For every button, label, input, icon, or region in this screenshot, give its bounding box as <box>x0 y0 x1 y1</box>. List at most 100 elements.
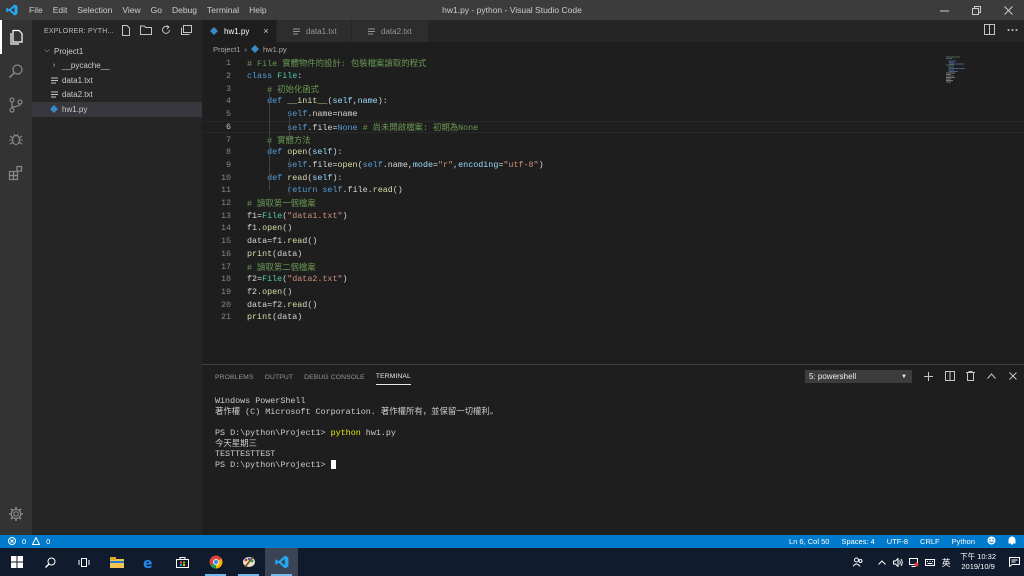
menu-view[interactable]: View <box>117 0 145 20</box>
code-token: None <box>337 122 358 133</box>
file-explorer-icon[interactable] <box>100 548 133 576</box>
split-editor-icon[interactable] <box>984 24 995 37</box>
search-icon[interactable] <box>0 54 32 88</box>
settings-gear-icon[interactable] <box>0 497 32 531</box>
tree-item-data1[interactable]: data1.txt <box>32 73 202 88</box>
code-line[interactable]: 17 # 讀取第二個檔案 <box>202 260 1024 273</box>
notifications-bell-icon[interactable] <box>1008 536 1016 547</box>
code-editor[interactable]: 1 # File 實體物件的設計: 包裝檔案讀取的程式 2 class File: 3 … <box>202 56 1024 364</box>
extensions-icon[interactable] <box>0 156 32 190</box>
code-line[interactable]: 15 data=f1.read() <box>202 235 1024 248</box>
terminal-select[interactable]: 5: powershell ▼ <box>805 370 912 383</box>
menu-terminal[interactable]: Terminal <box>202 0 244 20</box>
ime-language[interactable]: 英 <box>938 548 954 576</box>
code-line[interactable]: 1 # File 實體物件的設計: 包裝檔案讀取的程式 <box>202 57 1024 70</box>
new-folder-icon[interactable] <box>140 24 152 36</box>
menu-edit[interactable]: Edit <box>48 0 73 20</box>
search-icon[interactable] <box>34 548 67 576</box>
menu-file[interactable]: File <box>24 0 48 20</box>
code-line[interactable]: 13 f1=File("data1.txt") <box>202 209 1024 222</box>
people-icon[interactable] <box>850 548 866 576</box>
close-panel-icon[interactable] <box>1007 370 1018 382</box>
code-line[interactable]: 20 data=f2.read() <box>202 298 1024 311</box>
taskbar-clock[interactable]: 下午 10:32 2019/10/9 <box>960 552 996 572</box>
volume-icon[interactable] <box>890 548 906 576</box>
split-terminal-icon[interactable] <box>944 370 955 382</box>
breadcrumb-file[interactable]: hw1.py <box>263 45 287 54</box>
code-line[interactable]: 10 def read(self): <box>202 171 1024 184</box>
code-line[interactable]: 5 self.name=name <box>202 108 1024 121</box>
new-file-icon[interactable] <box>120 24 132 36</box>
code-line[interactable]: 6 self.file=None # 尚未開啟檔案: 初期為None <box>202 120 1024 134</box>
code-line[interactable]: 11 return self.file.read() <box>202 184 1024 197</box>
feedback-smiley-icon[interactable] <box>987 536 996 547</box>
code-line[interactable]: 3 # 初始化函式 <box>202 82 1024 95</box>
tab-debug-console[interactable]: DEBUG CONSOLE <box>304 370 365 385</box>
terminal-output[interactable]: Windows PowerShell 著作權 (C) Microsoft Cor… <box>215 396 498 471</box>
tab-data1[interactable]: data1.txt <box>277 20 352 42</box>
status-problems[interactable]: 0 0 <box>0 535 50 547</box>
collapse-all-icon[interactable] <box>180 24 192 36</box>
edge-browser-icon[interactable]: e <box>133 548 166 576</box>
explorer-icon[interactable] <box>0 20 32 54</box>
tree-item-hw1[interactable]: hw1.py <box>32 102 202 117</box>
code-text: f1=File("data1.txt") <box>247 211 348 221</box>
minimize-button[interactable] <box>928 0 960 20</box>
restore-button[interactable] <box>960 0 992 20</box>
cursor-position[interactable]: Ln 6, Col 50 <box>789 537 829 546</box>
tab-terminal[interactable]: TERMINAL <box>375 369 411 385</box>
tab-problems[interactable]: PROBLEMS <box>215 370 254 385</box>
code-line[interactable]: 7 # 實體方法 <box>202 133 1024 146</box>
code-line[interactable]: 19 f2.open() <box>202 286 1024 299</box>
language-mode[interactable]: Python <box>952 537 975 546</box>
tree-item-pycache[interactable]: › __pycache__ <box>32 59 202 74</box>
menu-selection[interactable]: Selection <box>72 0 117 20</box>
code-line[interactable]: 18 f2=File("data2.txt") <box>202 273 1024 286</box>
vscode-taskbar-icon[interactable] <box>265 548 298 576</box>
line-endings[interactable]: CRLF <box>920 537 940 546</box>
trash-icon[interactable] <box>965 370 976 382</box>
code-line[interactable]: 12 # 讀取第一個檔案 <box>202 197 1024 210</box>
tab-output[interactable]: OUTPUT <box>265 370 294 385</box>
source-control-icon[interactable] <box>0 88 32 122</box>
menu-go[interactable]: Go <box>146 0 167 20</box>
code-line[interactable]: 4 def __init__(self,name): <box>202 95 1024 108</box>
new-terminal-icon[interactable] <box>923 370 934 382</box>
code-text: f2.open() <box>247 287 292 297</box>
tree-root-project1[interactable]: ⌵ Project1 <box>32 44 202 59</box>
indentation[interactable]: Spaces: 4 <box>841 537 874 546</box>
tab-data2[interactable]: data2.txt <box>352 20 429 42</box>
store-icon[interactable] <box>166 548 199 576</box>
paint-app-icon[interactable] <box>232 548 265 576</box>
code-line[interactable]: 21 print(data) <box>202 311 1024 324</box>
tree-item-data2[interactable]: data2.txt <box>32 88 202 103</box>
minimap[interactable] <box>946 56 966 86</box>
menu-help[interactable]: Help <box>244 0 271 20</box>
close-window-button[interactable] <box>992 0 1024 20</box>
tab-hw1[interactable]: hw1.py × <box>202 20 277 42</box>
notification-center-icon[interactable] <box>1004 548 1024 576</box>
chevron-up-icon[interactable] <box>874 548 890 576</box>
code-line[interactable]: 14 f1.open() <box>202 222 1024 235</box>
windows-start-icon[interactable] <box>0 548 34 576</box>
more-actions-icon[interactable] <box>1007 24 1018 37</box>
encoding[interactable]: UTF-8 <box>887 537 908 546</box>
close-tab-icon[interactable]: × <box>263 26 268 36</box>
maximize-panel-icon[interactable] <box>986 370 997 382</box>
code-line[interactable]: 16 print(data) <box>202 248 1024 261</box>
network-icon[interactable] <box>906 548 922 576</box>
breadcrumb-folder[interactable]: Project1 <box>213 45 241 54</box>
task-view-icon[interactable] <box>67 548 100 576</box>
code-token: data=f1. <box>247 236 288 247</box>
code-line[interactable]: 2 class File: <box>202 70 1024 83</box>
code-token: self <box>287 159 308 170</box>
debug-icon[interactable] <box>0 122 32 156</box>
input-method-icon[interactable] <box>922 548 938 576</box>
code-line[interactable]: 8 def open(self): <box>202 146 1024 159</box>
refresh-icon[interactable] <box>160 24 172 36</box>
code-line[interactable]: 9 self.file=open(self.name,mode="r",enco… <box>202 159 1024 172</box>
menu-debug[interactable]: Debug <box>167 0 202 20</box>
chrome-icon[interactable] <box>199 548 232 576</box>
line-number: 16 <box>220 248 231 259</box>
